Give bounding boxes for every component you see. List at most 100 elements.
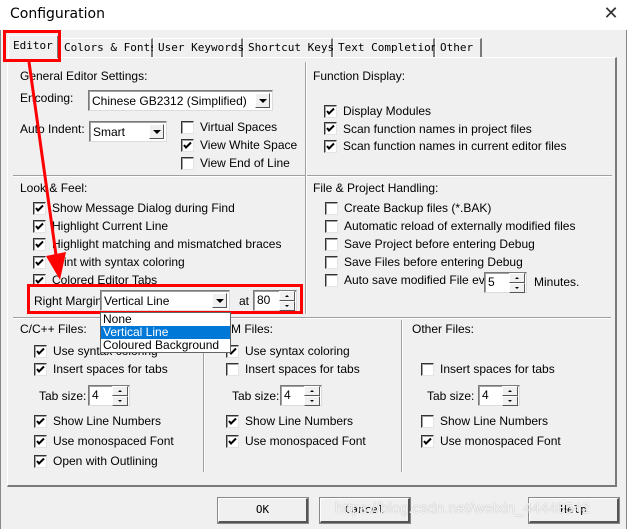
checkbox-highlight-current-line[interactable]: Highlight Current Line bbox=[33, 218, 281, 234]
checkbox-colored-editor-tabs[interactable]: Colored Editor Tabs bbox=[33, 272, 281, 288]
checkbox-label: Save Files before entering Debug bbox=[344, 255, 523, 269]
checkbox-save-project-debug[interactable]: Save Project before entering Debug bbox=[325, 236, 575, 252]
checkbox-print-syntax-coloring[interactable]: Print with syntax coloring bbox=[33, 254, 281, 270]
spin-down-icon[interactable] bbox=[279, 301, 295, 311]
cpp-tab-size-value[interactable]: 4 bbox=[92, 388, 99, 402]
checkbox[interactable] bbox=[34, 414, 47, 428]
checkbox-other-insert-spaces[interactable]: Insert spaces for tabs bbox=[421, 361, 555, 377]
checkbox[interactable] bbox=[325, 219, 338, 233]
tab-text-completion[interactable]: Text Completion bbox=[333, 38, 437, 57]
chevron-down-icon[interactable] bbox=[149, 124, 164, 139]
checkbox-show-message-dialog[interactable]: Show Message Dialog during Find bbox=[33, 200, 281, 216]
right-margin-column-spinner[interactable]: 80 bbox=[253, 290, 297, 311]
checkbox[interactable] bbox=[34, 434, 47, 448]
checkbox-cpp-outlining[interactable]: Open with Outlining bbox=[34, 453, 174, 469]
checkbox-view-white-space[interactable]: View White Space bbox=[181, 137, 297, 153]
checkbox[interactable] bbox=[324, 104, 337, 118]
tab-other[interactable]: Other bbox=[435, 38, 482, 57]
tab-editor[interactable]: Editor bbox=[8, 35, 59, 58]
auto-save-minutes-value[interactable]: 5 bbox=[488, 275, 495, 289]
checkbox[interactable] bbox=[33, 255, 46, 269]
checkbox[interactable] bbox=[325, 237, 338, 251]
checkbox[interactable] bbox=[324, 139, 337, 153]
checkbox-scan-project-files[interactable]: Scan function names in project files bbox=[324, 121, 566, 137]
checkbox[interactable] bbox=[34, 454, 47, 468]
close-icon[interactable]: ✕ bbox=[598, 3, 624, 27]
checkbox-label: Highlight matching and mismatched braces bbox=[52, 237, 282, 251]
checkbox[interactable] bbox=[34, 344, 47, 358]
spin-up-icon[interactable] bbox=[112, 386, 128, 396]
encoding-select[interactable]: Chinese GB2312 (Simplified) bbox=[88, 90, 273, 111]
spin-down-icon[interactable] bbox=[502, 396, 518, 406]
chevron-down-icon[interactable] bbox=[212, 293, 227, 308]
checkbox-virtual-spaces[interactable]: Virtual Spaces bbox=[181, 119, 297, 135]
tab-user-keywords[interactable]: User Keywords bbox=[153, 38, 244, 57]
checkbox-highlight-braces[interactable]: Highlight matching and mismatched braces bbox=[33, 236, 281, 252]
checkbox-other-monospaced[interactable]: Use monospaced Font bbox=[421, 433, 561, 449]
checkbox-label: Automatic reload of externally modified … bbox=[344, 219, 576, 233]
checkbox[interactable] bbox=[325, 255, 338, 269]
checkbox[interactable] bbox=[226, 434, 239, 448]
checkbox[interactable] bbox=[324, 122, 337, 135]
checkbox-cpp-monospaced[interactable]: Use monospaced Font bbox=[34, 433, 174, 449]
other-tab-size-value[interactable]: 4 bbox=[482, 388, 489, 402]
at-label: at bbox=[239, 294, 250, 308]
checkbox[interactable] bbox=[33, 201, 46, 215]
checkbox-asm-monospaced[interactable]: Use monospaced Font bbox=[226, 433, 366, 449]
spin-up-icon[interactable] bbox=[304, 386, 320, 396]
tab-colors-fonts[interactable]: Colors & Fonts bbox=[59, 38, 157, 57]
checkbox-cpp-line-numbers[interactable]: Show Line Numbers bbox=[34, 413, 174, 429]
other-tab-size-spinner[interactable]: 4 bbox=[478, 385, 520, 406]
checkbox[interactable] bbox=[181, 120, 194, 134]
right-margin-select[interactable]: Vertical Line bbox=[100, 290, 230, 311]
divider-right bbox=[307, 175, 612, 177]
checkbox-asm-insert-spaces[interactable]: Insert spaces for tabs bbox=[226, 361, 360, 377]
ok-button[interactable]: OK bbox=[217, 497, 309, 524]
checkbox-asm-line-numbers[interactable]: Show Line Numbers bbox=[226, 413, 366, 429]
checkbox-asm-syntax-coloring[interactable]: Use syntax coloring bbox=[226, 343, 360, 359]
other-options-top: Insert spaces for tabs bbox=[421, 361, 555, 377]
spin-up-icon[interactable] bbox=[509, 273, 525, 283]
checkbox[interactable] bbox=[325, 201, 338, 215]
checkbox-cpp-insert-spaces[interactable]: Insert spaces for tabs bbox=[34, 361, 168, 377]
checkbox[interactable] bbox=[33, 273, 46, 287]
checkbox-create-backup[interactable]: Create Backup files (*.BAK) bbox=[325, 200, 575, 216]
auto-save-minutes-spinner[interactable]: 5 bbox=[484, 272, 527, 293]
dropdown-option-coloured-background[interactable]: Coloured Background bbox=[101, 339, 230, 352]
checkbox[interactable] bbox=[33, 237, 46, 251]
spin-up-icon[interactable] bbox=[279, 291, 295, 301]
spin-down-icon[interactable] bbox=[112, 396, 128, 406]
tab-shortcut-keys[interactable]: Shortcut Keys bbox=[243, 38, 334, 57]
right-margin-column-value[interactable]: 80 bbox=[257, 293, 270, 307]
chevron-down-icon[interactable] bbox=[255, 93, 270, 108]
checkbox[interactable] bbox=[181, 156, 194, 170]
checkbox-label: Save Project before entering Debug bbox=[344, 237, 535, 251]
checkbox-automatic-reload[interactable]: Automatic reload of externally modified … bbox=[325, 218, 575, 234]
checkbox-display-modules[interactable]: Display Modules bbox=[324, 103, 566, 119]
spin-up-icon[interactable] bbox=[502, 386, 518, 396]
checkbox[interactable] bbox=[226, 414, 239, 428]
divider-vertical-top bbox=[305, 62, 307, 314]
auto-indent-select[interactable]: Smart bbox=[89, 121, 167, 142]
asm-tab-size-label: Tab size: bbox=[232, 389, 280, 403]
checkbox[interactable] bbox=[325, 273, 338, 287]
spin-down-icon[interactable] bbox=[304, 396, 320, 406]
checkbox-label: Use monospaced Font bbox=[440, 434, 561, 448]
checkbox[interactable] bbox=[226, 362, 239, 376]
asm-tab-size-value[interactable]: 4 bbox=[284, 388, 291, 402]
function-display-heading: Function Display: bbox=[313, 69, 406, 83]
checkbox-other-line-numbers[interactable]: Show Line Numbers bbox=[421, 413, 561, 429]
spin-down-icon[interactable] bbox=[509, 283, 525, 293]
checkbox-label: Insert spaces for tabs bbox=[440, 362, 555, 376]
checkbox[interactable] bbox=[421, 414, 434, 428]
checkbox[interactable] bbox=[421, 362, 434, 376]
checkbox[interactable] bbox=[181, 138, 194, 152]
cpp-tab-size-spinner[interactable]: 4 bbox=[88, 385, 130, 406]
checkbox-save-files-debug[interactable]: Save Files before entering Debug bbox=[325, 254, 575, 270]
checkbox[interactable] bbox=[421, 434, 434, 448]
checkbox[interactable] bbox=[33, 219, 46, 233]
checkbox-view-end-of-line[interactable]: View End of Line bbox=[181, 155, 297, 171]
checkbox-scan-editor-files[interactable]: Scan function names in current editor fi… bbox=[324, 138, 566, 154]
checkbox[interactable] bbox=[34, 362, 47, 376]
asm-tab-size-spinner[interactable]: 4 bbox=[280, 385, 322, 406]
